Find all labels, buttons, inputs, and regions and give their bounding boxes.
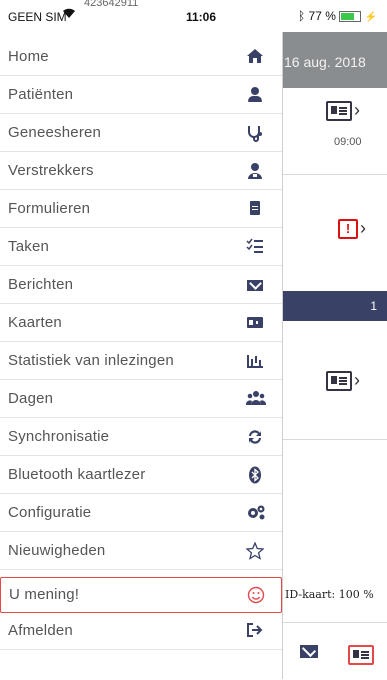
menu-item-label: Afmelden [8,622,73,639]
status-right: ᛒ 77 % ⚡ [298,9,377,23]
menu-item-formulieren[interactable]: Formulieren [0,192,282,228]
person-icon [246,86,264,104]
home-icon [246,48,264,66]
menu-item-label: U mening! [9,586,80,603]
menu-item-verstrekkers[interactable]: Verstrekkers [0,154,282,190]
status-bar: GEEN SIM 423642911 11:06 ᛒ 77 % ⚡ [0,0,387,32]
menu-item-label: Kaarten [8,314,62,331]
menu-item-label: Home [8,48,49,65]
smiley-icon [247,586,265,604]
count-badge: 1 [370,299,377,313]
menu-item-bluetooth[interactable]: Bluetooth kaartlezer [0,458,282,494]
warning-icon: ! [338,218,358,239]
menu-item-label: Berichten [8,276,74,293]
sync-icon [246,428,264,446]
menu-item-label: Configuratie [8,504,92,521]
menu-item-label: Patiënten [8,86,74,103]
id-card-link-2[interactable]: › [326,370,366,392]
clock: 11:06 [186,10,217,24]
menu-item-afmelden[interactable]: Afmelden [0,614,282,650]
menu-item-synchronisatie[interactable]: Synchronisatie [0,420,282,456]
id-card-icon [326,100,352,121]
envelope-icon [246,276,264,294]
chevron-right-icon: › [354,370,360,390]
warning-link[interactable]: ! › [338,218,378,240]
chevron-right-icon: › [354,100,360,120]
menu-item-label: Nieuwigheden [8,542,106,559]
menu-item-dagen[interactable]: Dagen [0,382,282,418]
menu-item-statistiek[interactable]: Statistiek van inlezingen [0,344,282,380]
id-card-status: ID-kaart: 100 % [285,588,374,601]
provider-icon [246,162,264,180]
menu-item-configuratie[interactable]: Configuratie [0,496,282,532]
charging-icon: ⚡ [364,12,378,23]
menu-item-berichten[interactable]: Berichten [0,268,282,304]
menu-item-kaarten[interactable]: Kaarten [0,306,282,342]
count-bar: 1 [282,291,387,321]
id-card-icon [246,314,264,332]
bar-chart-icon [246,352,264,370]
date-label: 16 aug. 2018 [284,54,366,70]
menu-item-label: Taken [8,238,50,255]
overline-text: 423642911 [84,0,139,9]
users-icon [245,390,267,408]
navigation-drawer: Home Patiënten Geneesheren Verstrekkers … [0,32,283,679]
battery-icon [339,11,362,23]
divider [282,439,387,440]
carrier-label: GEEN SIM [8,10,67,24]
menu-item-patienten[interactable]: Patiënten [0,78,282,114]
menu-item-geneesheren[interactable]: Geneesheren [0,116,282,152]
battery-percentage: 77 % [308,9,336,23]
time-label: 09:00 [334,136,362,148]
menu-item-nieuwigheden[interactable]: Nieuwigheden [0,534,282,570]
menu-item-label: Verstrekkers [8,162,94,179]
divider [282,174,387,175]
envelope-icon[interactable] [300,645,318,658]
document-icon [246,200,264,218]
menu-item-label: Bluetooth kaartlezer [8,466,146,483]
id-card-link-1[interactable]: › [326,100,366,122]
menu-item-label: Geneesheren [8,124,102,141]
bluetooth-icon [246,466,264,484]
menu-item-label: Formulieren [8,200,91,217]
menu-item-label: Dagen [8,390,54,407]
bluetooth-icon: ᛒ [298,9,306,23]
sign-out-icon [246,622,264,640]
bottom-tab-bar [282,622,387,680]
menu-item-label: Statistiek van inlezingen [8,352,174,369]
menu-item-u-mening[interactable]: U mening! [0,577,282,613]
wifi-icon [62,7,76,22]
id-card-icon [326,370,352,391]
background-app-content: 16 aug. 2018 › 09:00 ! › 1 › ID-kaart: 10… [282,32,387,680]
menu-item-home[interactable]: Home [0,40,282,76]
date-header: 16 aug. 2018 [282,32,387,88]
menu-item-taken[interactable]: Taken [0,230,282,266]
gears-icon [246,504,265,522]
star-icon [245,541,265,560]
task-list-icon [246,238,264,256]
chevron-right-icon: › [360,218,366,238]
menu-item-label: Synchronisatie [8,428,110,445]
stethoscope-icon [246,124,264,142]
id-card-tab-icon[interactable] [348,645,374,665]
